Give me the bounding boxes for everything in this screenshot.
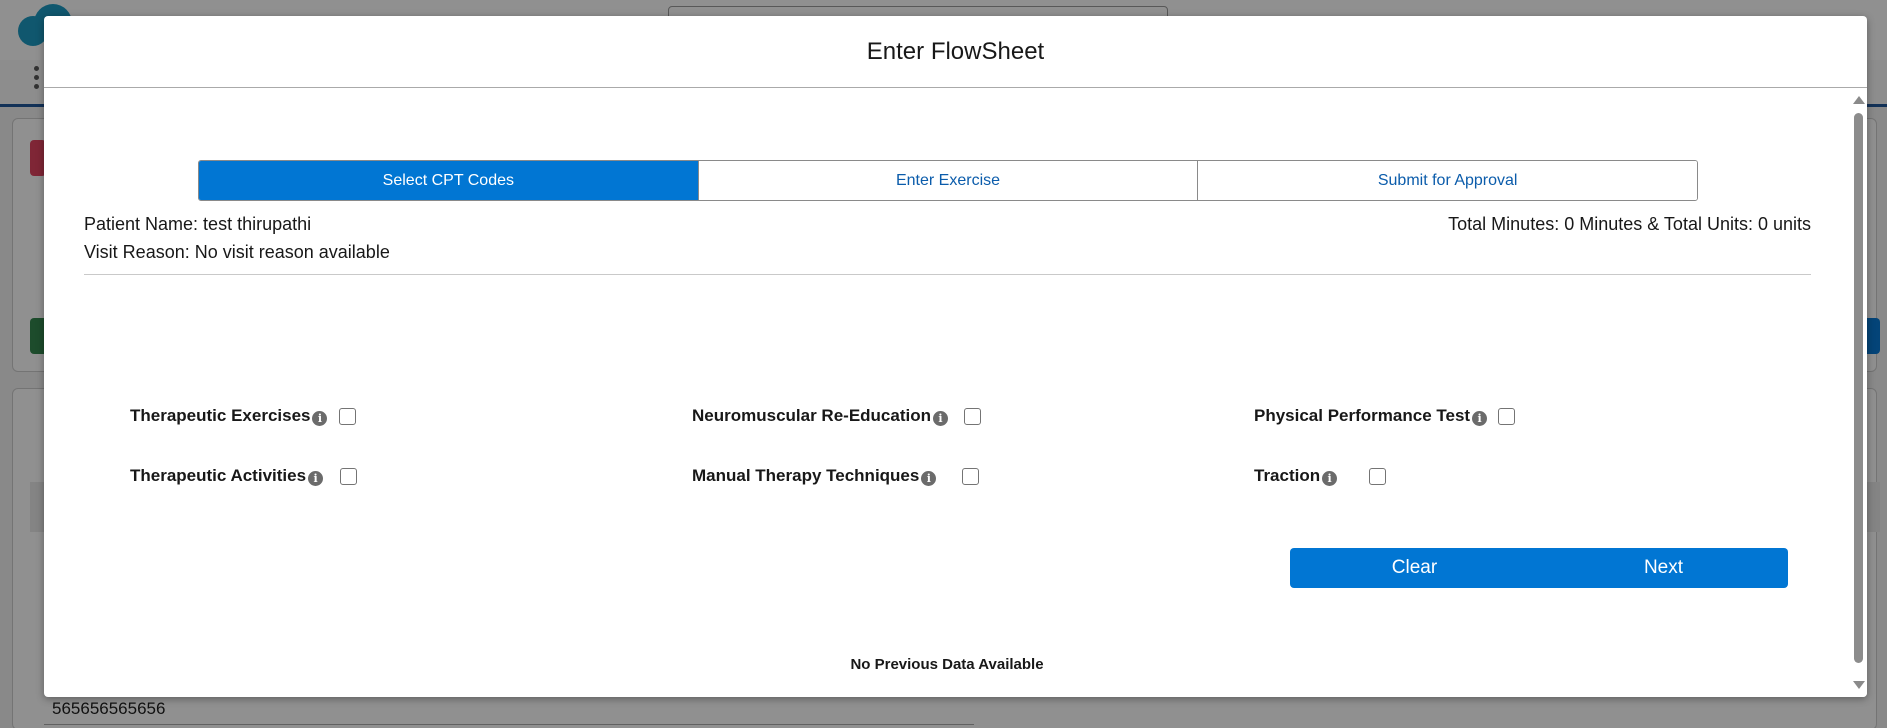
checkbox-therapeutic-exercises[interactable] [339,408,356,425]
modal-scrollbar[interactable] [1850,88,1867,697]
checkbox-physical-performance-test[interactable] [1498,408,1515,425]
scroll-down-icon[interactable] [1853,681,1865,689]
info-icon[interactable]: i [1322,470,1338,486]
info-icon[interactable]: i [1472,410,1488,426]
info-icon[interactable]: i [933,410,948,426]
modal-title: Enter FlowSheet [866,37,1045,65]
cpt-option-traction: Traction i [1254,466,1338,486]
cpt-option-manual-therapy-techniques: Manual Therapy Techniques i [692,466,937,486]
no-previous-data-message: No Previous Data Available [850,656,1044,673]
cpt-label: Traction [1254,466,1321,485]
scroll-thumb[interactable] [1854,113,1863,663]
flowsheet-modal: Enter FlowSheet Select CPT Codes Enter E… [44,16,1867,697]
cpt-option-physical-performance-test: Physical Performance Test i [1254,406,1488,426]
total-minutes-units: Total Minutes: 0 Minutes & Total Units: … [1448,214,1811,234]
step-enter-exercise[interactable]: Enter Exercise [697,161,1198,200]
step-select-cpt-codes[interactable]: Select CPT Codes [199,161,698,200]
checkbox-therapeutic-activities[interactable] [340,468,357,485]
clear-button[interactable]: Clear [1290,548,1539,588]
checkbox-traction[interactable] [1369,468,1386,485]
progress-steps: Select CPT Codes Enter Exercise Submit f… [198,160,1698,201]
info-icon[interactable]: i [308,470,324,486]
visit-reason: Visit Reason: No visit reason available [84,242,390,262]
cpt-label: Physical Performance Test [1254,406,1471,425]
cpt-option-neuromuscular-re-education: Neuromuscular Re-Education i [692,406,948,426]
cpt-option-therapeutic-activities: Therapeutic Activities i [130,466,324,486]
scroll-up-icon[interactable] [1853,96,1865,104]
next-button[interactable]: Next [1539,548,1788,588]
cpt-label: Manual Therapy Techniques [692,466,920,485]
info-icon[interactable]: i [921,470,937,486]
patient-name: Patient Name: test thirupathi [84,214,312,234]
cpt-label: Therapeutic Activities [130,466,307,485]
checkbox-neuromuscular-re-education[interactable] [964,408,981,425]
cpt-label: Therapeutic Exercises [130,406,311,425]
info-divider [84,274,1811,275]
modal-header: Enter FlowSheet [44,16,1867,88]
cpt-option-therapeutic-exercises: Therapeutic Exercises i [130,406,328,426]
step-submit-for-approval[interactable]: Submit for Approval [1197,161,1697,200]
action-button-bar: Clear Next [1290,548,1788,588]
modal-body: Select CPT Codes Enter Exercise Submit f… [44,88,1850,697]
info-icon[interactable]: i [312,410,328,426]
checkbox-manual-therapy-techniques[interactable] [962,468,979,485]
cpt-label: Neuromuscular Re-Education [692,406,931,425]
